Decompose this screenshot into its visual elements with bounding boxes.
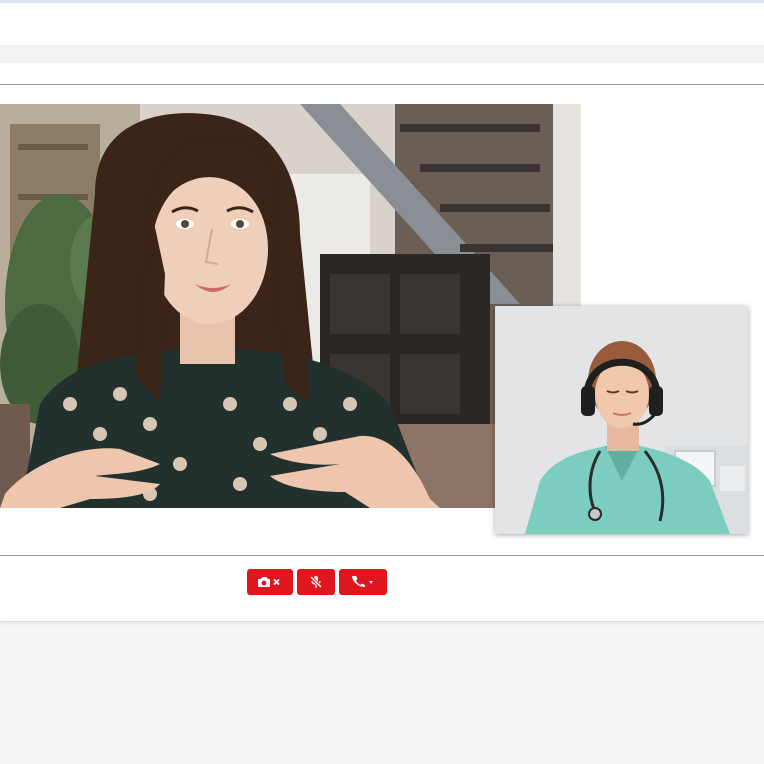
camera-off-icon xyxy=(258,577,280,587)
camera-toggle-button[interactable] xyxy=(247,569,293,595)
call-menu-button[interactable] xyxy=(339,569,387,595)
remote-video-image xyxy=(0,104,581,508)
microphone-toggle-button[interactable] xyxy=(297,569,335,595)
section-divider xyxy=(0,45,764,64)
page xyxy=(0,0,764,764)
local-video-image xyxy=(495,306,748,534)
microphone-mute-icon xyxy=(309,575,323,589)
video-frame xyxy=(0,84,764,556)
local-video xyxy=(495,306,748,534)
remote-video xyxy=(0,104,581,508)
phone-icon xyxy=(352,576,373,587)
caret-down-icon xyxy=(369,581,373,584)
call-controls xyxy=(247,569,387,595)
top-bar xyxy=(0,3,764,45)
video-call-card xyxy=(0,63,764,622)
